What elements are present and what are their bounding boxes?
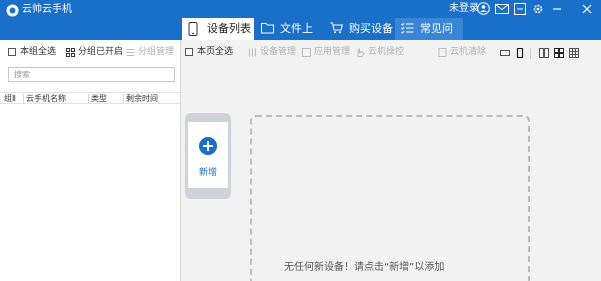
column-name[interactable]: 云手机名称 <box>26 93 66 104</box>
tab-file-upload[interactable]: 文件上传 <box>255 18 323 57</box>
app-manage-button[interactable]: 应用管理 <box>302 47 350 58</box>
device-table-header: 组Ⅱ 云手机名称 类型 剩余时间 <box>0 92 180 104</box>
list-view-icon[interactable] <box>539 48 549 58</box>
phone-screen: 新增 <box>188 122 228 188</box>
minimize-icon[interactable] <box>551 3 563 15</box>
checklist-icon <box>401 22 414 34</box>
group-panel: 本组全选 分组已开启 分组管理 搜索 组Ⅱ 云手机名称 类型 剩余时间 <box>0 40 181 281</box>
device-manage-label: 设备管理 <box>260 47 297 57</box>
hand-icon <box>357 48 365 57</box>
select-page-all[interactable]: 本页全选 <box>185 47 233 58</box>
device-manage-button[interactable]: 设备管理 <box>248 47 296 58</box>
app-icon <box>302 48 311 57</box>
grid-view-icon[interactable] <box>554 48 564 58</box>
select-group-all-label: 本组全选 <box>20 47 57 57</box>
empty-state-message: 无任何新设备！请点击“新增”以添加 <box>284 262 445 273</box>
tab-label: 设备列表 <box>207 22 251 35</box>
app-logo-icon <box>6 4 19 17</box>
clean-icon <box>438 48 447 57</box>
cloud-clean-label: 云机清除 <box>450 47 487 57</box>
search-input[interactable]: 搜索 <box>8 67 175 82</box>
cloud-clean-button[interactable]: 云机清除 <box>438 47 486 58</box>
device-toolbar: 本页全选 设备管理 应用管理 云机操控 云机清除 <box>182 40 601 64</box>
gear-icon[interactable] <box>532 3 544 15</box>
group-enabled-label: 分组已开启 <box>78 47 124 57</box>
column-divider <box>123 94 124 103</box>
dense-grid-view-icon[interactable] <box>569 48 579 58</box>
cloud-control-button[interactable]: 云机操控 <box>356 47 404 58</box>
tab-device-list[interactable]: 设备列表 <box>182 18 254 40</box>
column-group[interactable]: 组Ⅱ <box>4 93 16 104</box>
collapse-icon[interactable] <box>514 3 526 15</box>
close-icon[interactable] <box>581 3 593 15</box>
column-remaining-time[interactable]: 剩余时间 <box>126 93 158 104</box>
column-divider <box>23 94 24 103</box>
tab-label: 购买设备 <box>349 22 393 35</box>
tab-faq[interactable]: 常见问题 <box>395 18 463 57</box>
portrait-view-icon[interactable] <box>515 48 525 58</box>
app-manage-label: 应用管理 <box>314 47 351 57</box>
add-device-button[interactable]: 新增 <box>185 113 231 199</box>
search-placeholder: 搜索 <box>14 70 30 79</box>
tab-buy-device[interactable]: 购买设备 <box>324 18 394 40</box>
empty-drop-area <box>250 115 530 281</box>
cart-icon <box>330 22 343 34</box>
phone-icon <box>188 22 198 36</box>
folder-icon <box>261 23 274 34</box>
user-icon[interactable] <box>477 2 490 15</box>
checkbox[interactable] <box>8 48 16 56</box>
plus-icon <box>199 137 217 155</box>
title-bar: 云帅云手机 未登录 设备列表 文件上传 <box>0 0 601 57</box>
group-toolbar: 本组全选 分组已开启 分组管理 <box>0 40 180 64</box>
toolbar-divider <box>530 48 531 59</box>
group-manage-label: 分组管理 <box>138 47 175 57</box>
cloud-control-label: 云机操控 <box>368 47 405 57</box>
app-title: 云帅云手机 <box>22 4 72 15</box>
device-list-panel: 本页全选 设备管理 应用管理 云机操控 云机清除 <box>182 40 601 281</box>
group-enabled-toggle[interactable]: 分组已开启 <box>66 47 123 58</box>
checkbox[interactable] <box>185 48 193 56</box>
column-divider <box>88 94 89 103</box>
group-icon <box>66 48 75 57</box>
group-manage-button[interactable]: 分组管理 <box>126 47 174 58</box>
select-group-all[interactable]: 本组全选 <box>8 47 56 58</box>
manage-icon <box>126 49 135 56</box>
column-type[interactable]: 类型 <box>91 93 107 104</box>
select-page-all-label: 本页全选 <box>197 47 234 57</box>
manage-icon <box>249 48 256 57</box>
landscape-view-icon[interactable] <box>500 48 510 58</box>
add-device-label: 新增 <box>198 168 217 178</box>
login-status[interactable]: 未登录 <box>449 2 479 16</box>
mail-icon[interactable] <box>495 4 509 14</box>
